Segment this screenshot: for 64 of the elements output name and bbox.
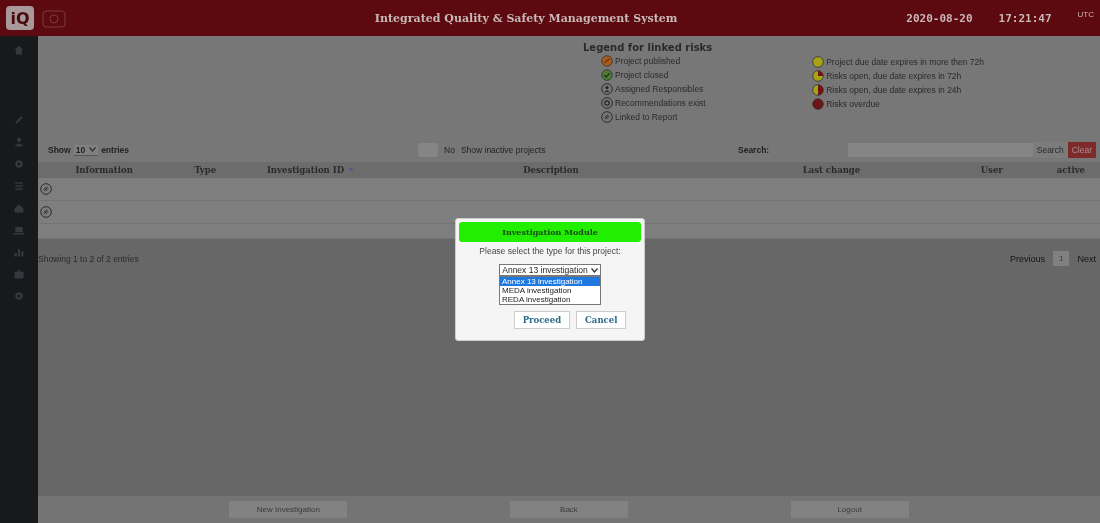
dialog-prompt: Please select the type for this project: (479, 246, 621, 256)
due-72-status-icon (812, 70, 825, 82)
home-icon[interactable] (13, 44, 25, 56)
page-size-select[interactable]: 10 (73, 144, 99, 156)
bar-chart-icon[interactable] (13, 246, 25, 258)
link-icon[interactable] (40, 206, 52, 218)
entries-label: entries (101, 145, 129, 155)
type-select[interactable]: Annex 13 investigation (499, 264, 601, 276)
dropdown-option[interactable]: Annex 13 investigation (500, 277, 600, 286)
app-title: Integrated Quality & Safety Management System (373, 11, 679, 25)
legend-label: Recommendations exist (615, 98, 706, 108)
due-72-plus-status-icon (812, 56, 825, 68)
briefcase-icon[interactable] (13, 268, 25, 280)
app-logo[interactable]: iQ (6, 6, 34, 30)
linked-status-icon (601, 111, 613, 123)
previous-link[interactable]: Previous (1010, 253, 1046, 264)
person-icon[interactable] (13, 136, 25, 148)
column-header[interactable]: active (1041, 162, 1100, 178)
legend-label: Linked to Report (615, 112, 678, 122)
closed-status-icon (601, 69, 613, 81)
assigned-status-icon (601, 83, 613, 95)
show-label: Show (48, 145, 71, 155)
camera-icon[interactable] (42, 8, 66, 28)
column-header[interactable]: Last change (721, 162, 942, 178)
clear-button[interactable]: Clear (1067, 142, 1096, 158)
footer-button[interactable]: Logout (790, 501, 909, 518)
gear-icon[interactable] (13, 158, 25, 170)
caret-icon (590, 267, 598, 273)
timezone-text: UTC (1077, 10, 1094, 19)
footer-button[interactable]: New Investigation (229, 501, 348, 518)
footer-button[interactable]: Back (510, 501, 628, 518)
page-button[interactable]: 1 (1053, 251, 1070, 266)
overdue-status-icon (812, 98, 825, 110)
column-header[interactable]: Information (38, 162, 171, 178)
due-24-status-icon (812, 84, 825, 96)
published-status-icon (601, 55, 613, 67)
house-icon[interactable] (13, 202, 25, 214)
column-header[interactable]: User (941, 162, 1042, 178)
toggle-value: No (444, 145, 455, 155)
dialog-button[interactable]: Proceed (513, 311, 571, 329)
column-header[interactable]: Type (170, 162, 241, 178)
next-link[interactable]: Next (1077, 253, 1096, 264)
date-text: 2020-08-20 (906, 11, 973, 25)
dropdown-option[interactable]: REDA investigation (500, 295, 600, 304)
time-text: 17:21:47 (998, 11, 1052, 25)
dropdown-option[interactable]: MEDA investigation (500, 286, 600, 295)
legend-label: Project closed (615, 70, 669, 80)
pencil-icon[interactable] (13, 114, 25, 126)
link-icon[interactable] (40, 183, 52, 195)
legend-label: Project published (615, 56, 681, 66)
dialog-title: Investigation Module (459, 222, 641, 242)
dialog-button[interactable]: Cancel (576, 311, 627, 329)
legend-label: Assigned Responsibles (615, 84, 704, 94)
toggle-label: Show inactive projects (460, 145, 546, 155)
search-label: Search: (738, 145, 771, 155)
column-header[interactable]: Investigation ID (240, 162, 381, 178)
recommendations-status-icon (601, 97, 613, 109)
legend-title: Legend for linked risks (583, 42, 713, 53)
search-button[interactable]: Search (1032, 142, 1068, 158)
laptop-icon[interactable] (13, 224, 25, 236)
caret-icon (89, 147, 97, 152)
column-header[interactable]: Description (380, 162, 722, 178)
gear-icon[interactable] (13, 290, 25, 302)
legend-label: Risks overdue (826, 99, 881, 109)
